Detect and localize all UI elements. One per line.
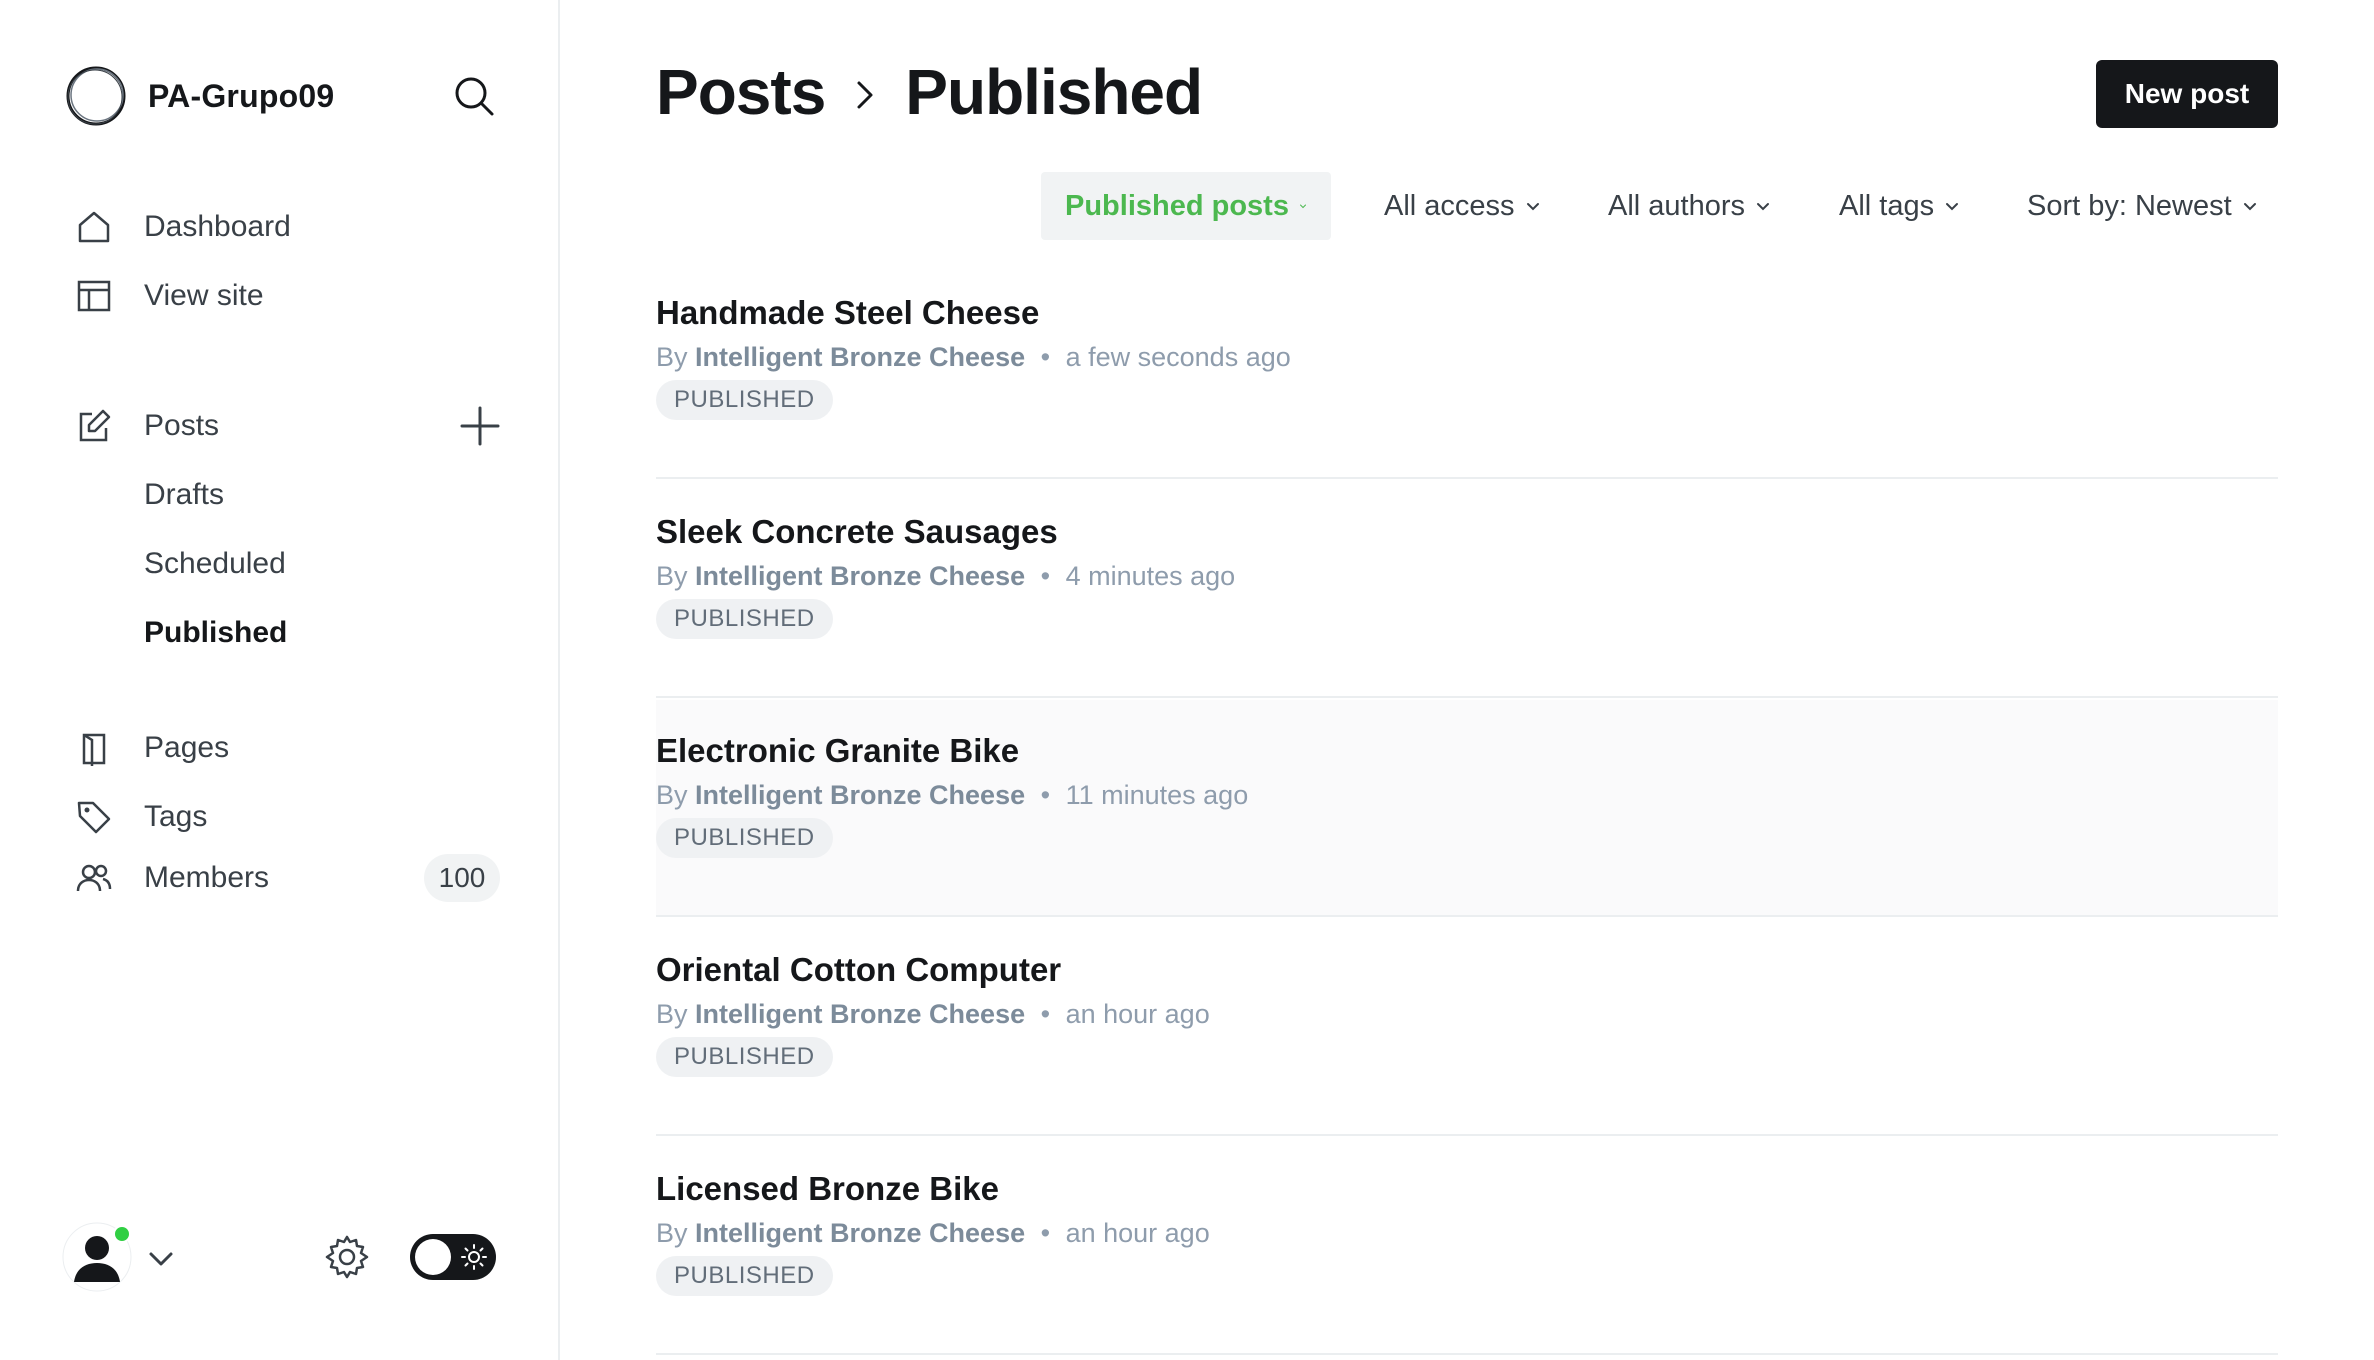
meta-separator: • xyxy=(1040,342,1051,372)
chevron-down-icon xyxy=(2243,203,2256,211)
chevron-down-icon[interactable] xyxy=(146,1244,176,1274)
filter-authors[interactable]: All authors xyxy=(1608,172,1771,240)
new-post-button[interactable]: New post xyxy=(2096,60,2278,128)
post-title: Oriental Cotton Computer xyxy=(656,951,1062,988)
theme-toggle[interactable] xyxy=(410,1234,496,1280)
edit-icon xyxy=(74,406,114,446)
post-title: Handmade Steel Cheese xyxy=(656,294,1040,331)
nav-posts[interactable]: Posts xyxy=(74,400,219,452)
filter-access[interactable]: All access xyxy=(1384,172,1541,240)
post-by: By xyxy=(656,561,688,591)
nav-members[interactable]: Members xyxy=(74,852,269,904)
list-item[interactable]: Oriental Cotton Computer By Intelligent … xyxy=(656,919,2278,1136)
layout-icon xyxy=(74,276,114,316)
post-author: Intelligent Bronze Cheese xyxy=(695,561,1026,591)
post-by: By xyxy=(656,780,688,810)
nav-pages[interactable]: Pages xyxy=(74,722,229,774)
status-badge: PUBLISHED xyxy=(656,1256,833,1296)
brand[interactable]: PA-Grupo09 xyxy=(64,64,334,128)
filter-access-label: All access xyxy=(1384,189,1515,222)
post-time: an hour ago xyxy=(1065,1218,1210,1248)
plus-icon[interactable] xyxy=(458,404,502,448)
post-meta: By Intelligent Bronze Cheese • an hour a… xyxy=(656,1218,1210,1249)
post-meta: By Intelligent Bronze Cheese • a few sec… xyxy=(656,342,1291,373)
filter-type-label: Published posts xyxy=(1065,189,1289,222)
gear-icon[interactable] xyxy=(324,1234,370,1280)
search-icon[interactable] xyxy=(452,74,496,118)
nav-tags[interactable]: Tags xyxy=(74,791,207,843)
breadcrumb: Posts Published xyxy=(656,52,1203,132)
site-name: PA-Grupo09 xyxy=(148,77,335,114)
post-time: an hour ago xyxy=(1065,999,1210,1029)
nav-view-site-label: View site xyxy=(144,279,264,312)
sort-dropdown[interactable]: Sort by: Newest xyxy=(2027,172,2258,240)
post-time: 11 minutes ago xyxy=(1065,780,1249,810)
post-author: Intelligent Bronze Cheese xyxy=(695,1218,1026,1248)
post-title: Electronic Granite Bike xyxy=(656,732,1020,769)
status-badge: PUBLISHED xyxy=(656,818,833,858)
sun-icon xyxy=(461,1244,487,1270)
nav-tags-label: Tags xyxy=(144,800,208,833)
sidebar: PA-Grupo09 Dashboard View site Posts Dra… xyxy=(0,0,560,1360)
avatar[interactable] xyxy=(62,1222,132,1292)
meta-separator: • xyxy=(1040,999,1051,1029)
post-author: Intelligent Bronze Cheese xyxy=(695,342,1026,372)
home-icon xyxy=(74,207,114,247)
chevron-right-icon xyxy=(857,81,873,109)
main-content: Posts Published New post Published posts… xyxy=(562,0,2374,1360)
post-title: Sleek Concrete Sausages xyxy=(656,513,1058,550)
post-by: By xyxy=(656,342,688,372)
nav-drafts[interactable]: Drafts xyxy=(144,469,224,521)
chevron-down-icon xyxy=(1299,204,1306,209)
post-meta: By Intelligent Bronze Cheese • 4 minutes… xyxy=(656,561,1235,592)
nav-dashboard-label: Dashboard xyxy=(144,210,291,243)
nav-posts-label: Posts xyxy=(144,409,220,442)
status-badge: PUBLISHED xyxy=(656,1037,833,1077)
post-by: By xyxy=(656,999,688,1029)
filter-tags[interactable]: All tags xyxy=(1839,172,1960,240)
meta-separator: • xyxy=(1040,561,1051,591)
members-icon xyxy=(74,858,114,898)
post-time: 4 minutes ago xyxy=(1065,561,1236,591)
meta-separator: • xyxy=(1040,1218,1051,1248)
chevron-down-icon xyxy=(1757,203,1770,211)
post-title: Licensed Bronze Bike xyxy=(656,1170,999,1207)
status-badge: PUBLISHED xyxy=(656,599,833,639)
brand-logo-icon xyxy=(66,66,126,126)
breadcrumb-posts[interactable]: Posts xyxy=(656,55,826,129)
nav-members-label: Members xyxy=(144,861,270,894)
nav-pages-label: Pages xyxy=(144,731,230,764)
list-item[interactable]: Sleek Concrete Sausages By Intelligent B… xyxy=(656,481,2278,698)
list-item[interactable]: Electronic Granite Bike By Intelligent B… xyxy=(656,700,2278,917)
list-item[interactable]: Licensed Bronze Bike By Intelligent Bron… xyxy=(656,1138,2278,1355)
filter-tags-label: All tags xyxy=(1839,189,1935,222)
nav-scheduled[interactable]: Scheduled xyxy=(144,538,286,590)
chevron-down-icon xyxy=(1946,203,1959,211)
page-title: Published xyxy=(905,56,1203,128)
post-meta: By Intelligent Bronze Cheese • an hour a… xyxy=(656,999,1210,1030)
chevron-down-icon xyxy=(1526,203,1539,211)
status-badge: PUBLISHED xyxy=(656,380,833,420)
post-time: a few seconds ago xyxy=(1065,342,1291,372)
nav-published[interactable]: Published xyxy=(144,607,287,659)
page-icon xyxy=(74,728,114,768)
post-meta: By Intelligent Bronze Cheese • 11 minute… xyxy=(656,780,1248,811)
list-item[interactable]: Handmade Steel Cheese By Intelligent Bro… xyxy=(656,262,2278,479)
filter-type[interactable]: Published posts xyxy=(1041,172,1331,240)
toggle-knob xyxy=(415,1239,451,1275)
members-count-badge: 100 xyxy=(424,854,500,902)
post-author: Intelligent Bronze Cheese xyxy=(695,780,1026,810)
nav-view-site[interactable]: View site xyxy=(74,270,264,322)
tag-icon xyxy=(74,797,114,837)
sort-label: Sort by: Newest xyxy=(2027,189,2232,222)
filter-authors-label: All authors xyxy=(1608,189,1746,222)
meta-separator: • xyxy=(1040,780,1051,810)
post-author: Intelligent Bronze Cheese xyxy=(695,999,1026,1029)
nav-dashboard[interactable]: Dashboard xyxy=(74,201,291,253)
post-by: By xyxy=(656,1218,688,1248)
